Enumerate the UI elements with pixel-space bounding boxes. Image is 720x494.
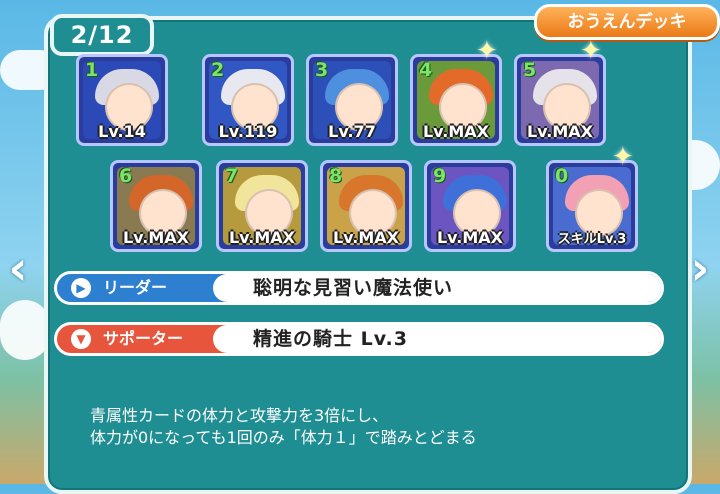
card-slot-number: 6 [119, 165, 133, 187]
card-slot-number: 4 [419, 59, 433, 81]
card-level: Lv.MAX [526, 122, 594, 141]
card-level: Lv.MAX [122, 228, 190, 247]
card-slot-number: 9 [433, 165, 447, 187]
skill-description-line: 青属性カードの体力と攻撃力を3倍にし、 [90, 406, 389, 425]
card-level: Lv.14 [98, 122, 146, 141]
prev-page-arrow-icon[interactable]: ‹ [4, 238, 32, 298]
card-level: Lv.MAX [228, 228, 296, 247]
sparkle-icon: ✦ [580, 36, 602, 66]
card-slot-number: 1 [85, 59, 99, 81]
card-slot-1[interactable]: 1 Lv.14 [76, 54, 168, 146]
card-slot-9[interactable]: 9 Lv.MAX [424, 160, 516, 252]
card-slot-number: 8 [329, 165, 343, 187]
next-page-arrow-icon[interactable]: › [686, 238, 714, 298]
skill-description-line: 体力が0になっても1回のみ「体力１」で踏みとどまる [90, 428, 477, 447]
leader-skill-name: 聡明な見習い魔法使い [213, 274, 661, 302]
leader-label: リーダー [103, 278, 168, 297]
sparkle-icon: ✦ [476, 36, 498, 66]
leader-tag: ▶ リーダー [57, 274, 217, 302]
card-slot-7[interactable]: 7 Lv.MAX [216, 160, 308, 252]
card-slot-8[interactable]: 8 Lv.MAX [320, 160, 412, 252]
card-level: Lv.MAX [332, 228, 400, 247]
card-slot-4[interactable]: 4 Lv.MAX [410, 54, 502, 146]
leader-skill-bar[interactable]: ▶ リーダー 聡明な見習い魔法使い [54, 271, 664, 305]
chevron-down-circle-icon: ▼ [71, 329, 91, 349]
card-level: Lv.MAX [436, 228, 504, 247]
sparkle-icon: ✦ [612, 142, 634, 172]
background-cloud [0, 300, 50, 360]
supporter-tag: ▼ サポーター [57, 325, 217, 353]
card-slot-number: 2 [211, 59, 225, 81]
card-slot-number: 7 [225, 165, 239, 187]
card-level: スキルLv.3 [557, 232, 627, 247]
supporter-skill-name: 精進の騎士 Lv.3 [213, 325, 661, 353]
card-slot-2[interactable]: 2 Lv.119 [202, 54, 294, 146]
card-level: Lv.MAX [422, 122, 490, 141]
card-slot-number: 0 [555, 165, 569, 187]
skill-description: 青属性カードの体力と攻撃力を3倍にし、 体力が0になっても1回のみ「体力１」で踏… [90, 405, 650, 449]
supporter-skill-bar[interactable]: ▼ サポーター 精進の騎士 Lv.3 [54, 322, 664, 356]
page-counter: 2/12 [50, 14, 154, 56]
card-slot-number: 3 [315, 59, 329, 81]
supporter-label: サポーター [103, 329, 184, 348]
card-slot-3[interactable]: 3 Lv.77 [306, 54, 398, 146]
card-slot-0[interactable]: 0 スキルLv.3 [546, 160, 638, 252]
card-slot-number: 5 [523, 59, 537, 81]
card-slot-5[interactable]: 5 Lv.MAX [514, 54, 606, 146]
card-slot-6[interactable]: 6 Lv.MAX [110, 160, 202, 252]
cheer-deck-button[interactable]: おうえんデッキ [534, 4, 720, 40]
card-level: Lv.77 [328, 122, 376, 141]
play-circle-icon: ▶ [71, 278, 91, 298]
card-level: Lv.119 [218, 122, 278, 141]
